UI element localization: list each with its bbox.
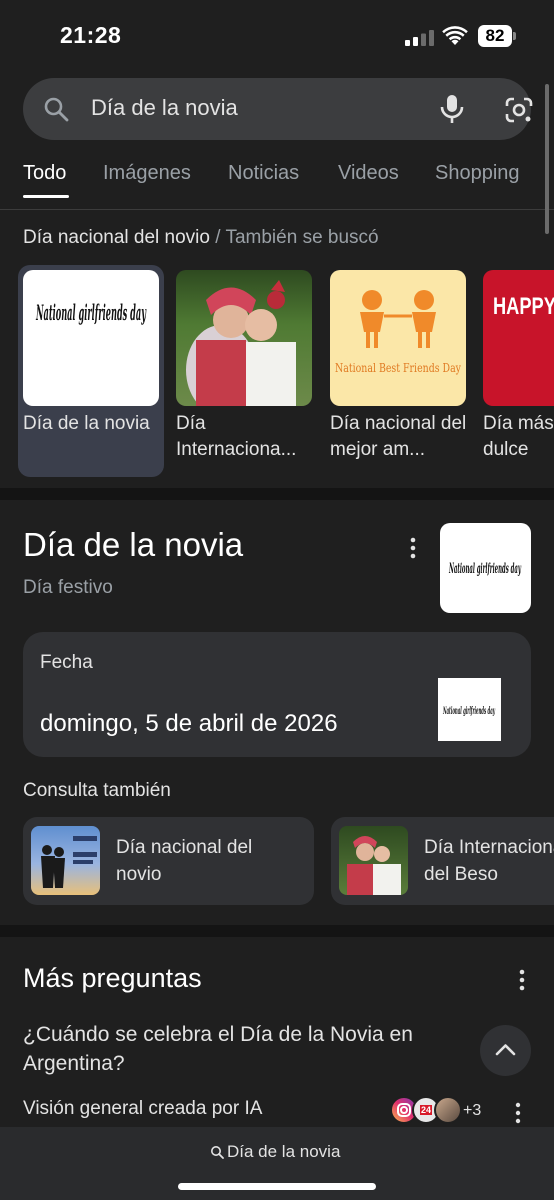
carousel-card-dia-mas-dulce[interactable]: HAPPY SWEETEST DAY Día más dulce xyxy=(478,265,554,477)
knowledge-panel-title: Día de la novia xyxy=(23,526,244,563)
see-also-dia-internacional-del-beso[interactable]: Día Internacional del Beso xyxy=(331,817,554,905)
tab-videos[interactable]: Videos xyxy=(338,162,399,185)
more-options-icon[interactable] xyxy=(405,536,421,560)
tab-shopping[interactable]: Shopping xyxy=(435,162,520,185)
section-divider xyxy=(0,925,554,937)
see-also-dia-nacional-del-novio[interactable]: Día nacional del novio xyxy=(23,817,314,905)
sweetest-day-image: HAPPY SWEETEST DAY xyxy=(483,270,554,406)
kiss-thumbnail-image xyxy=(339,826,408,895)
home-indicator[interactable] xyxy=(178,1183,376,1190)
date-label: Fecha xyxy=(40,652,93,673)
search-bar[interactable]: Día de la novia xyxy=(23,78,534,140)
more-options-icon[interactable] xyxy=(514,968,530,992)
scrollbar[interactable] xyxy=(545,84,549,234)
carousel-label: Día más dulce xyxy=(483,413,554,460)
status-time: 21:28 xyxy=(60,22,122,48)
related-subtitle: También se buscó xyxy=(225,227,379,248)
status-bar: 21:28 82 xyxy=(0,0,554,70)
microphone-icon[interactable] xyxy=(438,94,466,124)
girlfriends-day-image: National girlfriends day xyxy=(23,270,159,406)
tab-noticias[interactable]: Noticias xyxy=(228,162,299,185)
chevron-up-icon xyxy=(495,1044,516,1056)
wifi-icon xyxy=(442,26,468,45)
see-also-label: Día nacional del novio xyxy=(116,837,253,885)
tab-imagenes[interactable]: Imágenes xyxy=(103,162,191,185)
carousel-label: Día nacional del mejor am... xyxy=(330,413,467,460)
knowledge-panel-subtitle: Día festivo xyxy=(23,577,113,598)
image-text: National girlfriends day xyxy=(449,561,522,577)
person-avatar xyxy=(434,1096,462,1124)
source-badge: 24 xyxy=(419,1105,432,1115)
active-tab-indicator xyxy=(23,195,69,198)
search-icon xyxy=(211,1146,224,1159)
image-text: National girlfriends day xyxy=(443,706,496,717)
collapse-question-button[interactable] xyxy=(480,1025,531,1076)
best-friends-day-image: National Best Friends Day xyxy=(330,270,466,406)
section-divider xyxy=(0,488,554,500)
related-searches-heading: Día nacional del novio / También se busc… xyxy=(23,227,379,249)
more-sources-count: +3 xyxy=(463,1102,482,1119)
search-tabs: Todo Imágenes Noticias Videos Shopping xyxy=(0,150,554,210)
battery-icon: 82 xyxy=(478,25,516,47)
boyfriend-day-image xyxy=(31,826,100,895)
related-separator: / xyxy=(209,227,226,248)
tab-todo[interactable]: Todo xyxy=(23,162,66,185)
carousel-label: Día de la novia xyxy=(23,413,150,434)
search-input[interactable]: Día de la novia xyxy=(91,95,238,121)
search-icon xyxy=(44,97,69,122)
date-card-image: National girlfriends day xyxy=(438,678,501,741)
image-text: National girlfriends day xyxy=(36,300,147,325)
bottom-query-text: Día de la novia xyxy=(227,1142,341,1161)
battery-level: 82 xyxy=(478,25,512,47)
carousel-card-dia-de-la-novia[interactable]: National girlfriends day Día de la novia xyxy=(18,265,164,477)
google-lens-icon[interactable] xyxy=(504,96,534,124)
more-questions-title: Más preguntas xyxy=(23,963,202,993)
image-text: National Best Friends Day xyxy=(335,361,461,375)
date-value: domingo, 5 de abril de 2026 xyxy=(40,710,338,737)
more-options-icon[interactable] xyxy=(512,1102,524,1124)
see-also-heading: Consulta también xyxy=(23,780,171,801)
cellular-signal-icon xyxy=(405,30,434,46)
ai-overview-label: Visión general creada por IA xyxy=(23,1098,263,1119)
bottom-query-pill[interactable]: Día de la novia xyxy=(210,1142,340,1162)
question-text[interactable]: ¿Cuándo se celebra el Día de la Novia en… xyxy=(23,1020,463,1078)
related-title[interactable]: Día nacional del novio xyxy=(23,227,210,248)
kiss-photo-image xyxy=(176,270,312,406)
date-card[interactable]: Fecha domingo, 5 de abril de 2026 Nation… xyxy=(23,632,531,757)
image-text: HAPPY SWEETEST DAY xyxy=(493,293,554,320)
knowledge-panel-image[interactable]: National girlfriends day xyxy=(440,523,531,613)
see-also-label: Día Internacional del Beso xyxy=(424,837,554,885)
carousel-label: Día Internaciona... xyxy=(176,413,297,460)
